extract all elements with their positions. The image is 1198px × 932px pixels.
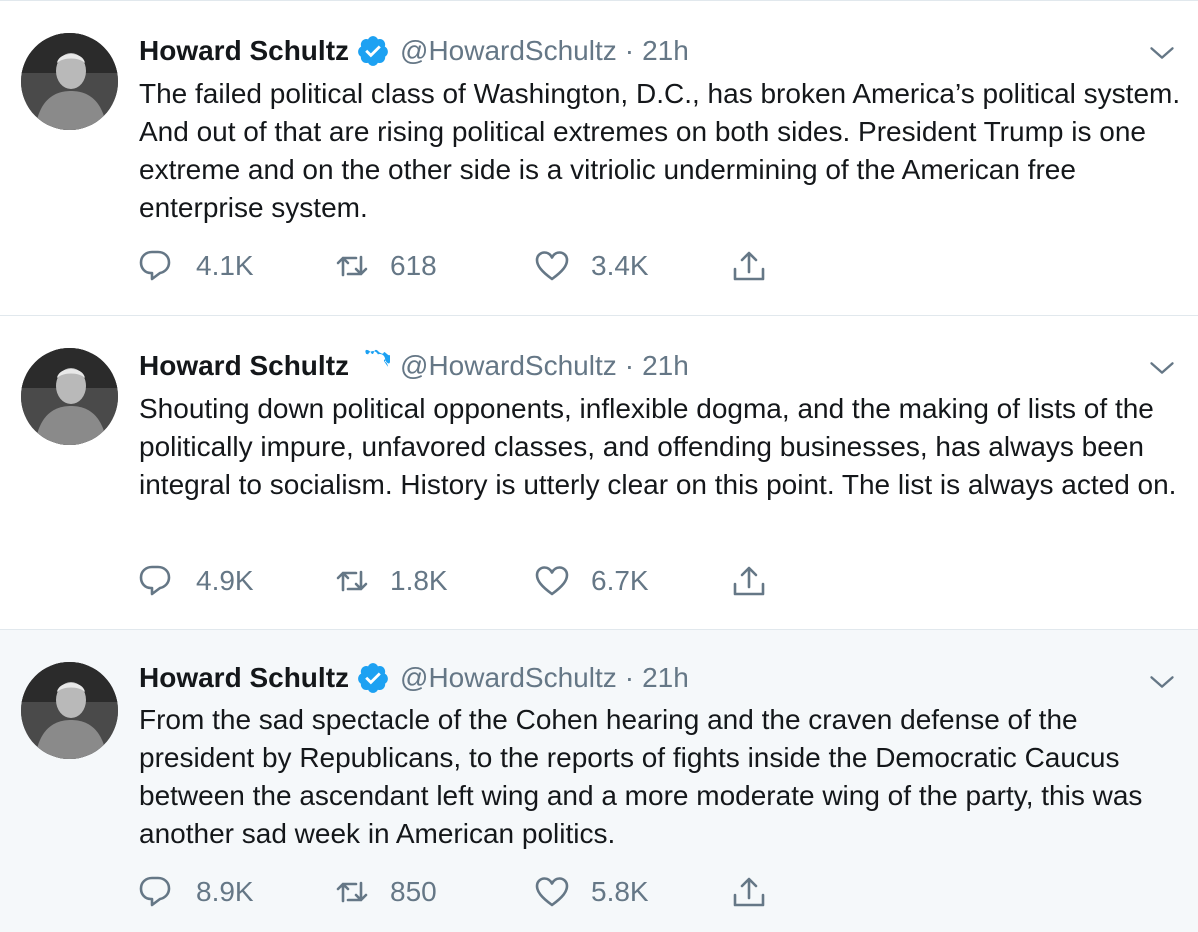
share-button[interactable]	[731, 873, 767, 911]
verified-badge-icon	[356, 661, 390, 695]
heart-icon	[535, 251, 569, 281]
author-name[interactable]: Howard Schultz	[139, 350, 349, 382]
verified-badge-icon	[356, 34, 390, 68]
tweet-actions: 4.9K 1.8K 6.7K	[137, 562, 837, 600]
avatar[interactable]	[21, 348, 118, 445]
reply-icon	[139, 565, 171, 596]
tweet-header: Howard Schultz @HowardSchultz · 21h	[139, 658, 689, 698]
tweet-header: Howard Schultz @HowardSchultz · 21h	[139, 31, 689, 71]
retweet-icon	[336, 881, 368, 903]
separator-dot: ·	[624, 35, 635, 66]
verified-badge-icon	[356, 349, 394, 383]
tweet-timestamp[interactable]: 21h	[642, 35, 689, 67]
avatar[interactable]	[21, 662, 118, 759]
like-button[interactable]: 3.4K	[534, 247, 649, 285]
retweet-count: 618	[390, 250, 437, 281]
share-button[interactable]	[731, 247, 767, 285]
like-button[interactable]: 5.8K	[534, 873, 649, 911]
share-icon	[733, 566, 765, 596]
reply-count: 4.1K	[196, 250, 254, 281]
avatar[interactable]	[21, 33, 118, 130]
share-icon	[733, 251, 765, 281]
tweet-actions: 8.9K 850 5.8K	[137, 873, 837, 911]
reply-count: 4.9K	[196, 565, 254, 596]
like-count: 6.7K	[591, 565, 649, 596]
tweet-text: From the sad spectacle of the Cohen hear…	[139, 704, 1143, 849]
chevron-down-icon[interactable]	[1148, 668, 1176, 696]
reply-icon	[139, 250, 171, 281]
separator-dot: ·	[624, 350, 635, 381]
like-count: 3.4K	[591, 250, 649, 281]
retweet-icon	[336, 255, 368, 277]
like-button[interactable]: 6.7K	[534, 562, 649, 600]
reply-button[interactable]: 4.9K	[137, 562, 254, 600]
retweet-count: 850	[390, 876, 437, 907]
tweet-header: Howard Schultz @HowardSchultz · 21h	[139, 346, 689, 386]
tweet-text: Shouting down political opponents, infle…	[139, 393, 1177, 500]
heart-icon	[535, 877, 569, 907]
reply-icon	[139, 876, 171, 907]
tweet-text: The failed political class of Washington…	[139, 78, 1181, 223]
like-count: 5.8K	[591, 876, 649, 907]
author-name[interactable]: Howard Schultz	[139, 662, 349, 694]
chevron-down-icon[interactable]	[1148, 39, 1176, 67]
author-handle[interactable]: @HowardSchultz	[400, 35, 617, 67]
tweet[interactable]: Howard Schultz @HowardSchultz · 21h From…	[0, 629, 1198, 932]
reply-button[interactable]: 4.1K	[137, 247, 254, 285]
reply-count: 8.9K	[196, 876, 254, 907]
retweet-count: 1.8K	[390, 565, 448, 596]
retweet-icon	[336, 570, 368, 592]
share-button[interactable]	[731, 562, 767, 600]
author-handle[interactable]: @HowardSchultz	[400, 662, 617, 694]
chevron-down-icon[interactable]	[1148, 354, 1176, 382]
retweet-button[interactable]: 850	[334, 873, 437, 911]
author-handle[interactable]: @HowardSchultz	[400, 350, 617, 382]
tweet-actions: 4.1K 618 3.4K	[137, 247, 837, 285]
share-icon	[733, 877, 765, 907]
author-name[interactable]: Howard Schultz	[139, 35, 349, 67]
reply-button[interactable]: 8.9K	[137, 873, 254, 911]
tweet[interactable]: Howard Schultz @HowardSchultz · 21h Shou…	[0, 315, 1198, 629]
retweet-button[interactable]: 618	[334, 247, 437, 285]
heart-icon	[535, 566, 569, 596]
tweet-timestamp[interactable]: 21h	[642, 662, 689, 694]
separator-dot: ·	[624, 662, 635, 693]
retweet-button[interactable]: 1.8K	[334, 562, 448, 600]
tweet-timestamp[interactable]: 21h	[642, 350, 689, 382]
tweet[interactable]: Howard Schultz @HowardSchultz · 21h The …	[0, 0, 1198, 315]
tweet-feed: Howard Schultz @HowardSchultz · 21h The …	[0, 0, 1198, 932]
